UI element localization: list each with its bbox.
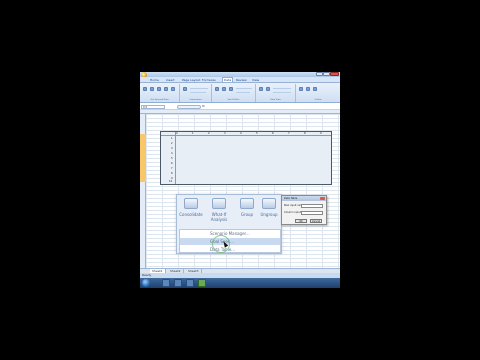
table-header-value: 4: [240, 132, 242, 135]
data-validation-link[interactable]: [273, 88, 291, 89]
start-button-icon[interactable]: [142, 279, 150, 287]
connections-link[interactable]: [190, 88, 208, 89]
group-get-external-data: Get External Data: [140, 84, 180, 102]
dialog-close-button[interactable]: [320, 197, 325, 200]
ungroup-icon[interactable]: [306, 87, 310, 91]
tab-insert[interactable]: Insert: [166, 78, 175, 82]
windows-taskbar: [140, 278, 340, 288]
tab-formulas[interactable]: Formulas: [202, 78, 216, 82]
ie-icon[interactable]: [162, 279, 170, 287]
table-row-value: 5: [171, 157, 173, 160]
table-header-value: 2: [208, 132, 210, 135]
group-sort-filter: Sort & Filter: [212, 84, 256, 102]
table-row-value: 10: [169, 180, 173, 183]
table-first-column: [175, 132, 176, 184]
from-web-icon[interactable]: [150, 87, 154, 91]
row-input-field[interactable]: [301, 204, 323, 208]
group-data-tools: Data Tools: [256, 84, 296, 102]
table-header-value: 9: [320, 132, 322, 135]
table-header-value: 3: [224, 132, 226, 135]
row-input-label: Row input cell:: [284, 204, 303, 207]
video-frame: Home Insert Page Layout Formulas Data Re…: [0, 0, 480, 360]
tab-data[interactable]: Data: [222, 77, 234, 82]
ungroup-button[interactable]: Ungroup: [257, 196, 281, 224]
tab-review[interactable]: Review: [236, 78, 247, 82]
group-connections: Connections: [180, 84, 212, 102]
group-outline: Outline: [296, 84, 340, 102]
group-label: Sort & Filter: [227, 99, 240, 101]
table-row-value: 8: [171, 172, 173, 175]
group-icon: [240, 198, 254, 209]
tab-home[interactable]: Home: [150, 78, 159, 82]
table-header-value: 7: [288, 132, 290, 135]
text-to-columns-icon[interactable]: [259, 87, 263, 91]
properties-link[interactable]: [190, 92, 206, 93]
menu-item-scenario-manager[interactable]: Scenario Manager...: [180, 230, 280, 237]
subtotal-icon[interactable]: [313, 87, 317, 91]
excel-window: Home Insert Page Layout Formulas Data Re…: [140, 72, 340, 288]
group-label: Get External Data: [150, 99, 169, 101]
table-row-value: 1: [171, 137, 173, 140]
ungroup-icon: [262, 198, 276, 209]
name-box[interactable]: C3: [141, 105, 165, 109]
sort-icon[interactable]: [222, 87, 226, 91]
menu-item-goal-seek[interactable]: Goal Seek...: [180, 238, 280, 245]
what-if-icon: [212, 198, 226, 209]
what-if-analysis-button[interactable]: What-If Analysis: [207, 196, 231, 224]
filter-icon[interactable]: [229, 87, 233, 91]
minimize-button[interactable]: [316, 72, 323, 76]
data-table-range[interactable]: 0 1 2 3 4 5 6 7 8 9 1 2 3 4 5 6 7 8 9 10: [160, 131, 332, 185]
consolidate-icon: [184, 198, 198, 209]
table-header-value: 6: [272, 132, 274, 135]
close-button[interactable]: [330, 72, 339, 76]
group-icon[interactable]: [299, 87, 303, 91]
table-row-value: 2: [171, 142, 173, 145]
clear-link[interactable]: [236, 88, 252, 89]
table-header-value: 8: [304, 132, 306, 135]
media-player-icon[interactable]: [186, 279, 194, 287]
refresh-all-icon[interactable]: [183, 87, 187, 91]
table-header-value: 1: [192, 132, 194, 135]
what-if-label: What-If Analysis: [210, 212, 228, 222]
table-row-value: 7: [171, 167, 173, 170]
ribbon: Get External Data Connections Sort & Fil…: [140, 83, 340, 103]
from-access-icon[interactable]: [143, 87, 147, 91]
group-label: Connections: [189, 99, 202, 101]
formula-toolbox[interactable]: [177, 105, 201, 109]
sort-az-icon[interactable]: [215, 87, 219, 91]
tab-page-layout[interactable]: Page Layout: [182, 78, 200, 82]
table-header-value: 0: [176, 132, 178, 135]
menu-item-data-table[interactable]: Data Table...: [180, 246, 280, 253]
consolidate-button[interactable]: Consolidate: [179, 196, 203, 224]
table-row-value: 4: [171, 152, 173, 155]
cancel-button[interactable]: Cancel: [310, 219, 322, 223]
tab-view[interactable]: View: [252, 78, 259, 82]
excel-taskbar-icon[interactable]: [198, 279, 206, 287]
table-row-value: 3: [171, 147, 173, 150]
table-header-value: 5: [256, 132, 258, 135]
consolidate-label: Consolidate: [179, 212, 203, 217]
fx-icon[interactable]: fx: [202, 104, 205, 109]
group-label: Outline: [314, 99, 322, 101]
ok-button[interactable]: OK: [295, 219, 307, 223]
what-if-menu: Scenario Manager... Goal Seek... Data Ta…: [179, 229, 281, 253]
existing-connections-icon[interactable]: [171, 87, 175, 91]
group-label: Data Tools: [270, 99, 281, 101]
table-row-value: 6: [171, 162, 173, 165]
group-button[interactable]: Group: [235, 196, 259, 224]
what-if-link[interactable]: [273, 92, 291, 93]
from-other-sources-icon[interactable]: [164, 87, 168, 91]
remove-duplicates-icon[interactable]: [266, 87, 270, 91]
explorer-icon[interactable]: [174, 279, 182, 287]
advanced-link[interactable]: [236, 92, 250, 93]
maximize-button[interactable]: [323, 72, 330, 76]
column-input-field[interactable]: [301, 211, 323, 215]
what-if-dropdown-zoom: Consolidate What-If Analysis Group Ungro…: [176, 194, 282, 254]
data-table-dialog: Data Table Row input cell: Column input …: [281, 195, 327, 225]
ungroup-label: Ungroup: [260, 212, 278, 217]
from-text-icon[interactable]: [157, 87, 161, 91]
